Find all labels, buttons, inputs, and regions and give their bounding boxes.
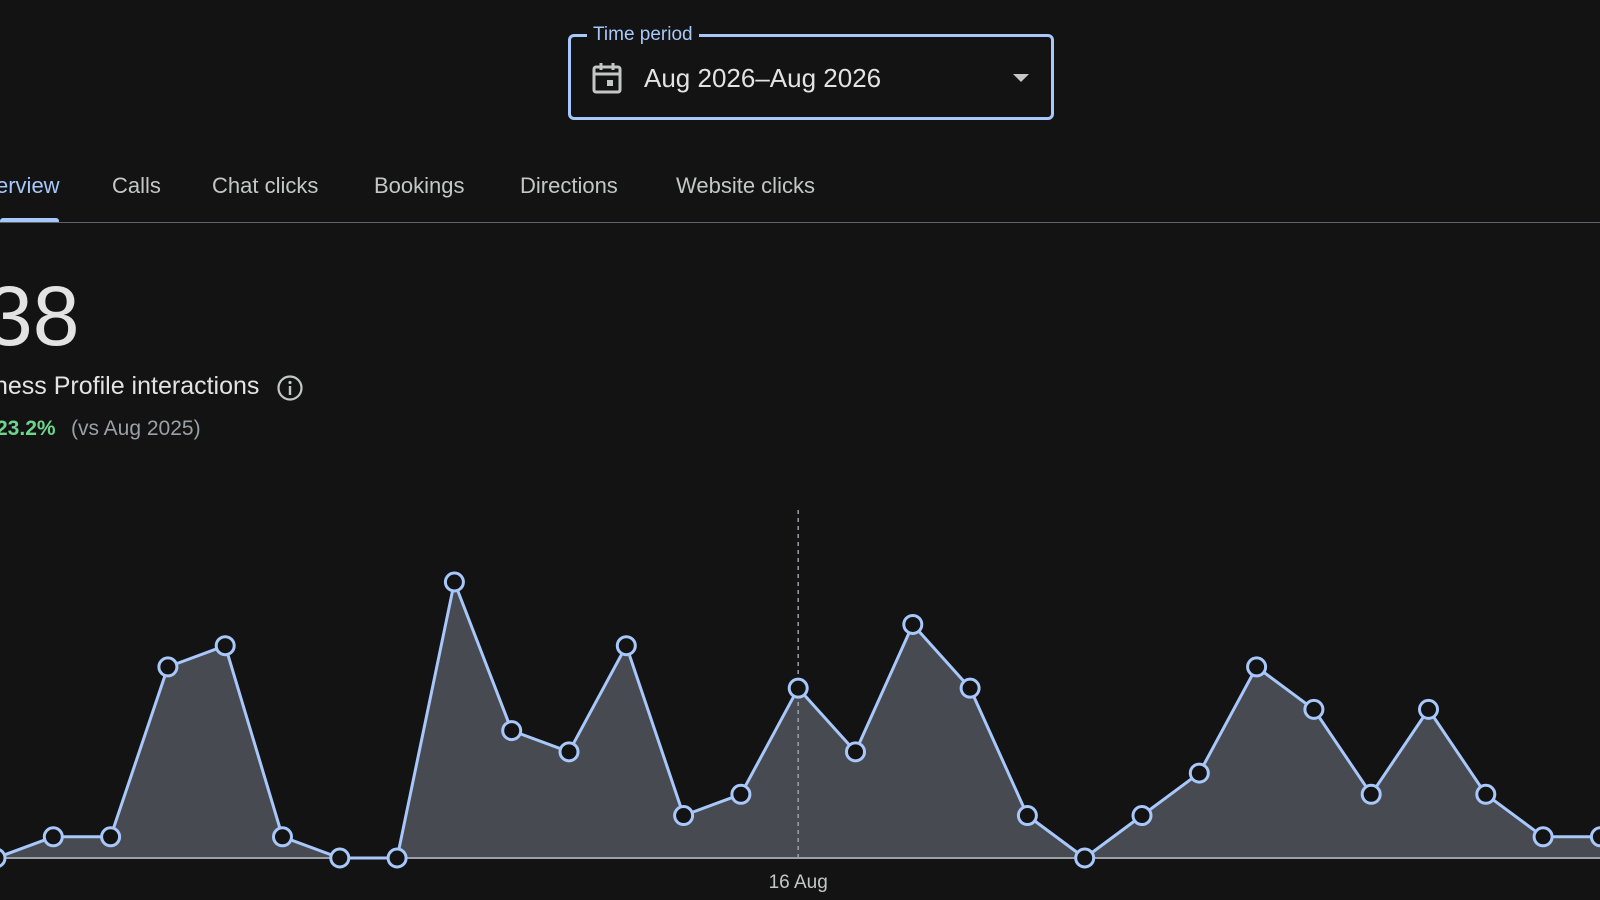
tab-website-clicks[interactable]: Website clicks — [676, 173, 815, 199]
data-point[interactable] — [1188, 762, 1210, 784]
tab-calls[interactable]: Calls — [112, 173, 161, 199]
data-point[interactable] — [501, 720, 523, 742]
data-point[interactable] — [1131, 805, 1153, 827]
data-point[interactable] — [1074, 847, 1096, 869]
change-comparison: (vs Aug 2025) — [71, 417, 201, 440]
data-point[interactable] — [558, 741, 580, 763]
data-point[interactable] — [902, 613, 924, 635]
data-point[interactable] — [386, 847, 408, 869]
data-point[interactable] — [1246, 656, 1268, 678]
data-point[interactable] — [959, 677, 981, 699]
active-tab-indicator — [0, 218, 59, 222]
time-period-dropdown[interactable]: Time period Aug 2026–Aug 2026 — [568, 24, 1054, 120]
data-point[interactable] — [1016, 805, 1038, 827]
tab-chat-clicks[interactable]: Chat clicks — [212, 173, 318, 199]
chevron-down-icon — [1013, 74, 1029, 82]
data-point[interactable] — [1475, 783, 1497, 805]
data-point[interactable] — [787, 677, 809, 699]
time-period-value: Aug 2026–Aug 2026 — [644, 63, 882, 93]
tab-bookings[interactable]: Bookings — [374, 173, 465, 199]
data-point[interactable] — [1360, 783, 1382, 805]
metric-label: ness Profile interactions — [0, 372, 260, 400]
interactions-area-chart: 16 Aug — [0, 510, 1600, 893]
data-point[interactable] — [157, 656, 179, 678]
data-point[interactable] — [1303, 698, 1325, 720]
data-point[interactable] — [214, 635, 236, 657]
data-point[interactable] — [272, 826, 293, 848]
data-point[interactable] — [845, 741, 866, 763]
info-icon[interactable] — [276, 374, 304, 402]
tab-directions[interactable]: Directions — [520, 173, 618, 199]
data-point[interactable] — [673, 805, 695, 827]
data-point[interactable] — [615, 635, 637, 657]
total-interactions-value: 38 — [0, 269, 80, 363]
time-period-label: Time period — [587, 24, 699, 46]
data-point[interactable] — [1589, 826, 1600, 848]
area-fill — [0, 582, 1600, 858]
data-point[interactable] — [1418, 698, 1439, 720]
calendar-icon — [592, 63, 622, 94]
change-percentage: 23.2% — [0, 417, 56, 440]
data-point[interactable] — [329, 847, 351, 869]
data-point[interactable] — [100, 826, 122, 848]
data-point[interactable] — [730, 783, 752, 805]
tab-bar: erview Calls Chat clicks Bookings Direct… — [0, 160, 1600, 223]
data-point[interactable] — [1532, 826, 1554, 848]
data-point[interactable] — [0, 848, 7, 868]
x-tick-label: 16 Aug — [769, 872, 828, 893]
tab-overview[interactable]: erview — [0, 173, 60, 199]
data-point[interactable] — [443, 571, 465, 593]
data-point[interactable] — [42, 826, 64, 848]
